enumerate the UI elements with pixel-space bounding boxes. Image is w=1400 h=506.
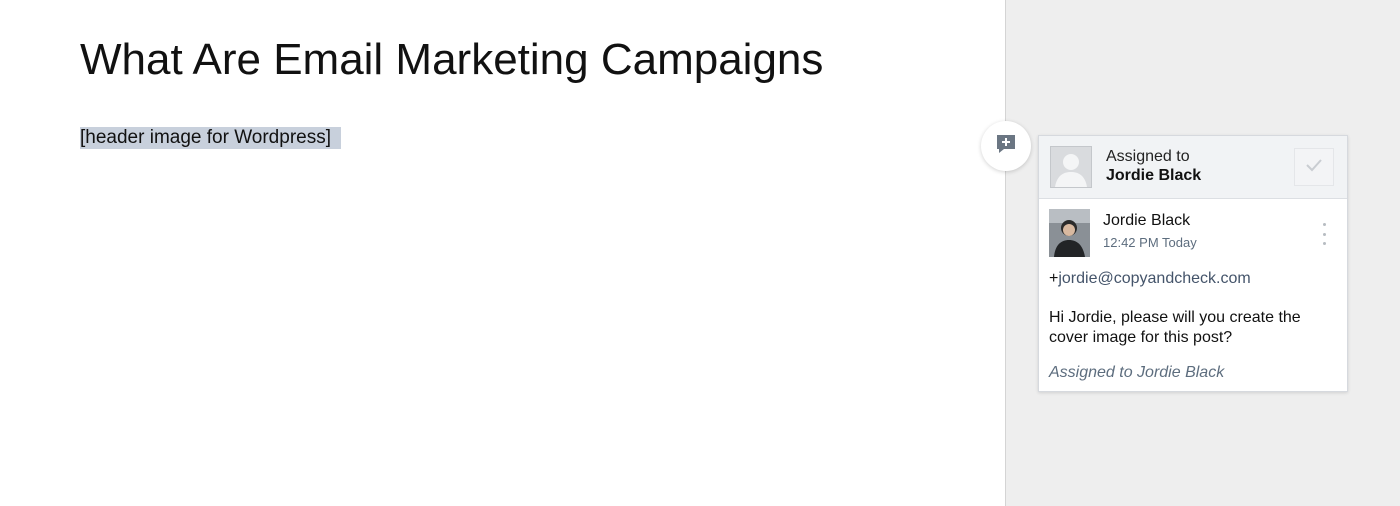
assigned-to-label: Assigned to — [1106, 148, 1190, 165]
document-canvas[interactable]: What Are Email Marketing Campaigns [head… — [0, 0, 1005, 506]
document-paragraph[interactable]: [header image for Wordpress] — [80, 125, 341, 150]
comment-author: Jordie Black — [1103, 212, 1191, 229]
comment-text: Hi Jordie, please will you create the co… — [1049, 309, 1301, 346]
document-title[interactable]: What Are Email Marketing Campaigns — [80, 33, 823, 87]
comment-timestamp: 12:42 PM Today — [1103, 235, 1197, 250]
assignment-header: Assigned to Jordie Black — [1039, 136, 1347, 199]
mention-plus: + — [1049, 270, 1059, 287]
comment-card[interactable]: Assigned to Jordie Black Jordie Black 12… — [1038, 135, 1348, 392]
assignee-name: Jordie Black — [1106, 167, 1202, 184]
comment-mention: +jordie@copyandcheck.com — [1049, 270, 1251, 288]
resolve-button[interactable] — [1294, 148, 1334, 186]
checkmark-icon — [1305, 158, 1323, 177]
mention-email[interactable]: jordie@copyandcheck.com — [1058, 270, 1250, 287]
selected-text[interactable]: [header image for Wordpress] — [80, 127, 341, 149]
add-comment-button[interactable] — [981, 121, 1031, 171]
more-vertical-icon[interactable] — [1319, 223, 1329, 245]
add-comment-icon — [995, 133, 1017, 160]
default-avatar-icon — [1050, 146, 1092, 188]
author-avatar — [1049, 209, 1090, 257]
assignment-note: Assigned to Jordie Black — [1049, 364, 1225, 381]
